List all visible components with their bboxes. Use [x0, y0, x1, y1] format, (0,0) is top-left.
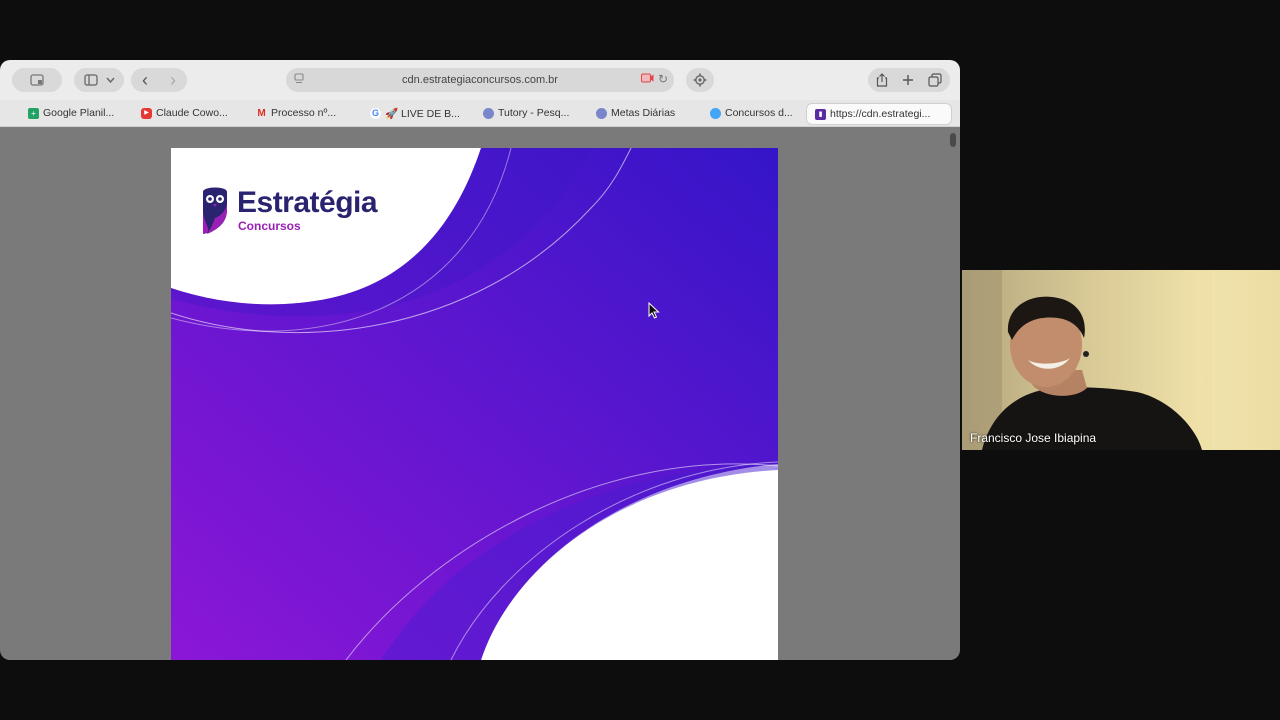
- back-button[interactable]: ‹: [131, 70, 159, 91]
- toolbar-actions: [868, 68, 950, 92]
- participant-video-tile[interactable]: Francisco Jose Ibiapina: [962, 270, 1280, 450]
- owl-logo-icon: [203, 187, 227, 234]
- brand-name: Estratégia: [237, 186, 378, 219]
- address-url: cdn.estrategiaconcursos.com.br: [402, 74, 558, 86]
- brand-subtitle: Concursos: [238, 219, 301, 233]
- browser-window: ‹ › cdn.estrategiaconcursos.com.br ↻ + G…: [0, 60, 960, 660]
- participant-video: [962, 270, 1280, 450]
- settings-button[interactable]: [686, 68, 714, 92]
- new-tab-icon[interactable]: [902, 74, 914, 86]
- forward-icon: ›: [170, 69, 176, 90]
- gmail-icon: M: [257, 107, 266, 119]
- bookmark-tutory[interactable]: Tutory - Pesq...: [483, 105, 569, 121]
- globe-icon: [710, 107, 721, 119]
- bookmark-live[interactable]: G 🚀 LIVE DE B...: [370, 105, 460, 121]
- browser-toolbar: ‹ › cdn.estrategiaconcursos.com.br ↻: [0, 60, 960, 101]
- forward-button[interactable]: ›: [159, 70, 187, 91]
- tab-overview-button[interactable]: [12, 68, 62, 92]
- bookmark-processo[interactable]: M Processo nº...: [256, 105, 336, 121]
- scrollbar-thumb[interactable]: [950, 133, 956, 147]
- back-icon: ‹: [142, 69, 148, 90]
- sidebar-toggle-button[interactable]: [74, 68, 124, 92]
- globe-icon: [596, 107, 607, 119]
- bookmark-metas-diarias[interactable]: Metas Diárias: [596, 105, 675, 121]
- chevron-down-icon: [105, 77, 115, 83]
- g-icon: G: [370, 107, 381, 119]
- share-icon[interactable]: [876, 73, 888, 87]
- pdf-page: Estratégia Concursos: [171, 148, 778, 660]
- doc-icon: ▮: [815, 108, 826, 120]
- bookmark-claude-cowork[interactable]: ▶ Claude Cowo...: [141, 105, 228, 121]
- participant-name: Francisco Jose Ibiapina: [970, 431, 1097, 445]
- youtube-icon: ▶: [141, 107, 152, 119]
- page-viewport[interactable]: Estratégia Concursos: [0, 127, 960, 660]
- mouse-cursor-icon: [648, 302, 660, 319]
- bookmark-google-planilhas[interactable]: + Google Planil...: [28, 105, 114, 121]
- settings-icon: [693, 73, 707, 87]
- sidebar-icon: [83, 74, 98, 86]
- navigation-buttons: ‹ ›: [131, 68, 187, 92]
- tab-overview-icon: [30, 74, 44, 86]
- globe-icon: [483, 107, 494, 119]
- bookmark-concursos[interactable]: Concursos d...: [710, 105, 793, 121]
- bookmark-active-tab[interactable]: ▮ https://cdn.estrategi...: [806, 103, 952, 125]
- address-bar[interactable]: cdn.estrategiaconcursos.com.br ↻: [286, 68, 674, 92]
- recording-icon[interactable]: [641, 73, 654, 86]
- bookmarks-bar: + Google Planil... ▶ Claude Cowo... M Pr…: [0, 100, 960, 127]
- tabs-icon[interactable]: [928, 73, 942, 87]
- sheets-icon: +: [28, 107, 39, 119]
- reload-icon[interactable]: ↻: [658, 72, 668, 86]
